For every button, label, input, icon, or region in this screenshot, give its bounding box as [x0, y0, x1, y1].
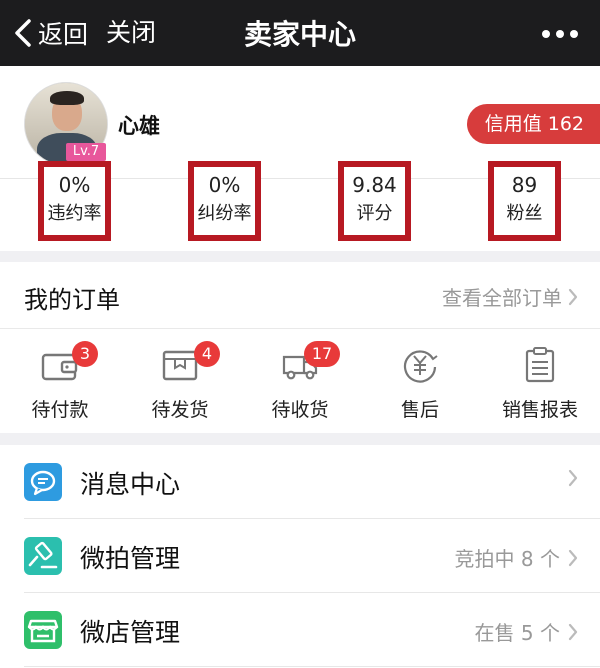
yuan-refund-icon	[403, 350, 438, 383]
clipboard-icon	[525, 347, 555, 383]
chevron-right-icon	[568, 288, 578, 305]
auction-hammer-icon	[24, 537, 62, 575]
more-dot-icon	[542, 30, 550, 38]
store-icon	[24, 611, 62, 649]
level-badge: Lv.7	[66, 143, 106, 161]
order-pending-payment[interactable]: 3 待付款	[0, 329, 120, 433]
menu-label: 微店管理	[80, 618, 181, 647]
more-options-button[interactable]	[542, 30, 578, 38]
stat-default-rate[interactable]: 0% 违约率	[38, 161, 111, 241]
chevron-right-icon	[568, 549, 578, 566]
menu-label: 消息中心	[80, 470, 181, 499]
stat-rating[interactable]: 9.84 评分	[338, 161, 411, 241]
stat-value: 0%	[58, 173, 91, 197]
menu-right: 竞拍中 8 个	[455, 543, 578, 572]
credit-score-button[interactable]: 信用值 162	[466, 104, 600, 144]
order-label: 待收货	[271, 399, 329, 421]
menu-right	[568, 469, 578, 487]
menu-status-text: 竞拍中 8 个	[454, 547, 560, 571]
view-all-orders-link[interactable]: 查看全部订单	[442, 282, 578, 311]
order-sales-report[interactable]: 销售报表	[480, 329, 600, 433]
stat-value: 89	[511, 173, 538, 197]
more-dot-icon	[570, 30, 578, 38]
order-label: 售后	[400, 399, 439, 421]
menu-status-text: 在售 5 个	[474, 621, 560, 645]
menu-message-center[interactable]: 消息中心	[0, 445, 600, 519]
stat-fans[interactable]: 89 粉丝	[488, 161, 561, 241]
menu-right: 在售 5 个	[475, 617, 578, 646]
order-label: 销售报表	[501, 399, 578, 421]
order-pending-receipt[interactable]: 17 待收货	[240, 329, 360, 433]
menu-list: 消息中心 微拍管理 竞拍中 8 个 微店管理 在售 5 个	[0, 445, 600, 668]
stat-value: 0%	[208, 173, 241, 197]
stat-label: 纠纷率	[197, 203, 252, 224]
close-button[interactable]: 关闭	[106, 14, 156, 52]
chevron-left-icon	[15, 19, 31, 47]
order-count-badge: 17	[304, 341, 340, 367]
orders-title: 我的订单	[24, 286, 120, 314]
more-dot-icon	[556, 30, 564, 38]
menu-label: 微拍管理	[80, 544, 181, 573]
stat-dispute-rate[interactable]: 0% 纠纷率	[188, 161, 261, 241]
order-label: 待付款	[31, 399, 89, 421]
orders-header: 我的订单 查看全部订单	[0, 262, 600, 329]
stat-label: 评分	[356, 203, 393, 224]
back-label: 返回	[38, 20, 89, 49]
page-title: 卖家中心	[243, 18, 356, 51]
order-count-badge: 4	[194, 341, 220, 367]
view-all-label: 查看全部订单	[442, 286, 562, 310]
order-after-sales[interactable]: 售后	[360, 329, 480, 433]
username: 心雄	[118, 114, 160, 138]
order-status-grid: 3 待付款 4 待发货 17 待收货 售后 销售报表	[0, 329, 600, 433]
stat-label: 粉丝	[506, 203, 543, 224]
back-button[interactable]: 返回	[14, 14, 88, 52]
nav-bar: 返回 关闭 卖家中心	[0, 0, 600, 66]
order-label: 待发货	[151, 399, 209, 421]
menu-auction-management[interactable]: 微拍管理 竞拍中 8 个	[0, 519, 600, 593]
chevron-right-icon	[568, 469, 578, 487]
stat-label: 违约率	[47, 203, 102, 224]
stats-row: 0% 违约率 0% 纠纷率 9.84 评分 89 粉丝	[0, 161, 600, 251]
order-count-badge: 3	[72, 341, 98, 367]
stat-value: 9.84	[352, 173, 397, 197]
chevron-right-icon	[568, 623, 578, 640]
menu-store-management[interactable]: 微店管理 在售 5 个	[0, 593, 600, 667]
order-pending-shipment[interactable]: 4 待发货	[120, 329, 240, 433]
message-bubble-icon	[24, 463, 62, 501]
